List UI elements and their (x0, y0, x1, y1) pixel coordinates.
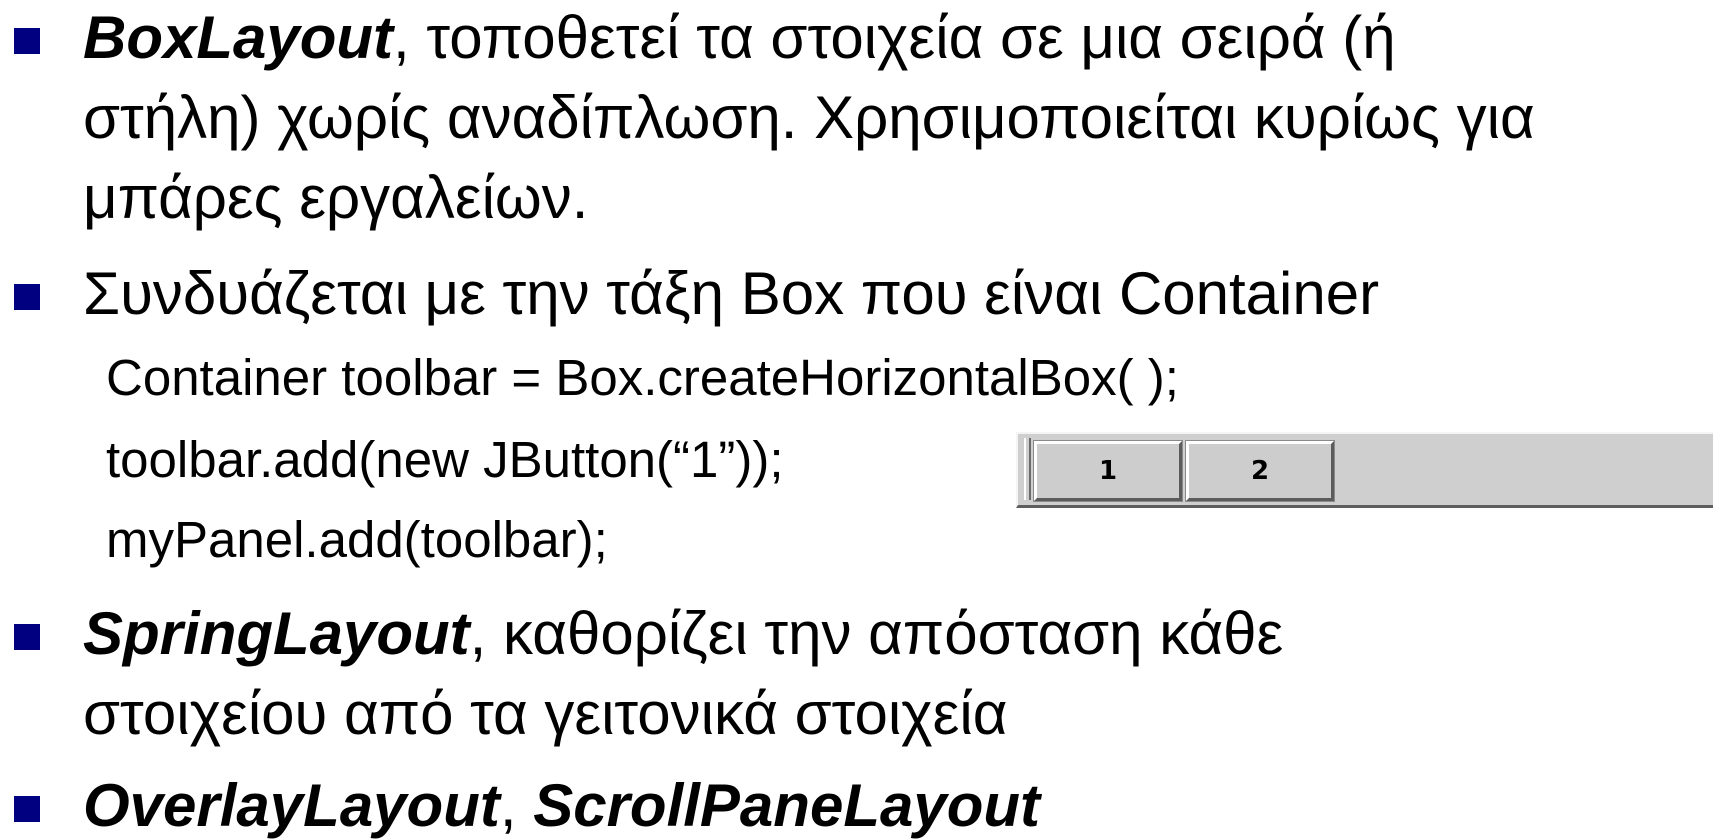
term-scrollpanelayout: ScrollPaneLayout (533, 772, 1040, 839)
bullet-boxlayout-line2: στήλη) χωρίς αναδίπλωση. Χρησιμοποιείται… (83, 84, 1535, 151)
bullet-springlayout-line2: στοιχείου από τα γειτονικά στοιχεία (83, 680, 1008, 747)
bullet-other-layouts: OverlayLayout, ScrollPaneLayout (83, 772, 1040, 840)
term-springlayout: SpringLayout (83, 600, 470, 667)
toolbar-demo: 1 2 (1016, 432, 1713, 508)
bullet-marker (14, 624, 40, 650)
code-line-1: Container toolbar = Box.createHorizontal… (106, 349, 1179, 406)
term-boxlayout: BoxLayout (83, 4, 394, 71)
separator: , (499, 772, 534, 839)
bullet-boxlayout-line1: BoxLayout, τοποθετεί τα στοιχεία σε μια … (83, 4, 1396, 72)
bullet-text: , τοποθετεί τα στοιχεία σε μια σειρά (ή (393, 4, 1396, 71)
bullet-springlayout-line1: SpringLayout, καθορίζει την απόσταση κάθ… (83, 600, 1283, 668)
code-line-3: myPanel.add(toolbar); (106, 511, 608, 568)
bullet-box-container: Συνδυάζεται με την τάξη Box που είναι Co… (83, 260, 1380, 327)
toolbar-button-2[interactable]: 2 (1185, 440, 1335, 502)
bullet-marker (14, 28, 40, 54)
bullet-marker (14, 796, 40, 822)
bullet-marker (14, 284, 40, 310)
bullet-boxlayout-line3: μπάρες εργαλείων. (83, 164, 589, 231)
bullet-text: , καθορίζει την απόσταση κάθε (469, 600, 1284, 667)
term-overlaylayout: OverlayLayout (83, 772, 500, 839)
toolbar-button-1[interactable]: 1 (1033, 440, 1183, 502)
toolbar-grip (1024, 438, 1031, 500)
code-line-2: toolbar.add(new JButton(“1”)); (106, 431, 784, 488)
